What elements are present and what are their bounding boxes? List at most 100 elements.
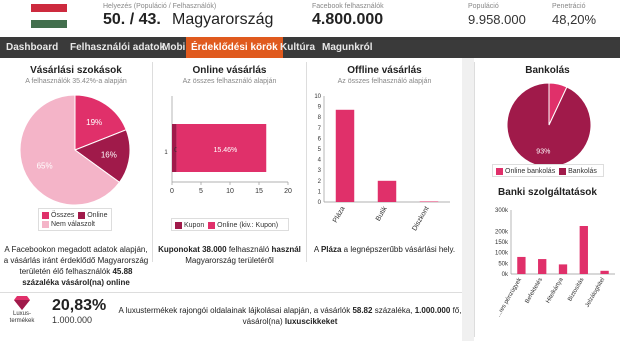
caption-bold: százaléka vásárol(na) online: [22, 278, 130, 287]
facebook-users-label: Facebook felhasználók: [312, 3, 384, 10]
luxury-icon-label-line: termékek: [9, 318, 35, 324]
page-root: Helyezés (Populáció / Felhasználók) 50. …: [0, 0, 620, 341]
penetration-label: Penetráció: [552, 3, 586, 10]
caption-text: százaléka,: [374, 306, 413, 315]
caption-text: felhasználó: [228, 245, 270, 254]
y-tick-label: 3: [318, 168, 322, 174]
y-tick-label: 5: [318, 147, 322, 153]
y-tick-label: 10: [314, 94, 321, 100]
penetration-value: 48,20%: [552, 12, 597, 27]
shopping-habits-subtitle: A felhasználók 35.42%-a alapján: [25, 78, 127, 85]
banking-title: Bankolás: [525, 65, 570, 76]
diamond-icon: [14, 296, 30, 310]
flag-stripe-white: [31, 12, 67, 20]
y-tick-label: 4: [318, 158, 322, 164]
bar: [600, 270, 609, 274]
nav-culture[interactable]: Kultúra: [276, 37, 319, 58]
luxury-icon-label: Luxus- termékek: [0, 311, 44, 325]
rank-value: 50. / 43.: [103, 11, 161, 28]
bar: [419, 201, 439, 202]
legend-swatch-no-answer: [42, 220, 49, 228]
x-tick-label: Pláza: [332, 205, 347, 224]
legend-label-online: Online: [87, 212, 108, 219]
y-tick-label: 200k: [495, 229, 509, 235]
caption-bold: luxuscikkeket: [284, 317, 338, 326]
y-tick-label: 0k: [502, 272, 509, 278]
online-shopping-title: Online vásárlás: [192, 65, 267, 76]
x-tick-label: Hitelkártya: [545, 276, 565, 304]
caption-line: Magyarország területéről: [185, 256, 274, 265]
caption-bold: 1.000.000: [414, 306, 451, 315]
rank-label: Helyezés (Populáció / Felhasználók): [103, 3, 217, 10]
nav-interests[interactable]: Érdeklődési körök: [186, 37, 283, 58]
bar: [558, 264, 568, 274]
y-tick-label: 8: [318, 115, 322, 121]
country-name: Magyarország: [172, 11, 274, 28]
caption-text: a legnépszerűbb vásárlási hely.: [343, 245, 456, 254]
y-tick-label: 1: [318, 189, 322, 195]
x-tick-label: 0: [170, 188, 174, 195]
caption-bold: Kuponokat 38.000: [158, 245, 227, 254]
y-tick-label: 2: [318, 179, 322, 185]
offline-shopping-caption: A Pláza a legnépszerűbb vásárlási hely.: [307, 244, 462, 255]
y-tick-label: 300k: [495, 208, 509, 214]
legend-swatch-all: [42, 211, 49, 219]
legend-swatch-coupon: [175, 221, 182, 229]
caption-line: a vásárlás iránt érdeklődő Magyarország: [3, 256, 149, 265]
bank-services-chart: 0k 50k 100k 150k 200k 300k ...res pénzügyek Bef…: [495, 208, 615, 318]
y-tick-label: 50k: [498, 261, 509, 267]
legend-label-coupon: Kupon: [184, 222, 205, 229]
pie-label: 16%: [101, 150, 117, 159]
nav-about[interactable]: Magunkról: [318, 37, 377, 58]
x-tick-label: ...res pénzügyek: [496, 276, 524, 318]
caption-bold: Pláza: [320, 245, 342, 254]
banking-legend: Online bankolás Bankolás: [492, 164, 604, 177]
caption-bold: használ: [271, 245, 301, 254]
x-tick-label: 20: [284, 188, 292, 195]
panel-divider: [306, 62, 307, 262]
legend-swatch-banking: [559, 167, 567, 175]
offline-shopping-chart: 0 1 2 3 4 5 6 7 8 9 10 Pláza Butik Diszkont: [314, 94, 450, 232]
nav-user-data[interactable]: Felhasználói adatok: [66, 37, 169, 58]
legend-swatch-online-banking: [496, 167, 503, 175]
bar: [538, 259, 547, 274]
offline-shopping-subtitle: Az összes felhasználó alapján: [337, 78, 432, 85]
shopping-habits-pie: 19% 16% 65%: [20, 95, 130, 205]
luxury-count: 1.000.000: [52, 315, 93, 325]
legend-label-banking: Bankolás: [568, 168, 597, 175]
shopping-habits-title: Vásárlási szokások: [30, 65, 122, 76]
y-tick-label: 100k: [495, 251, 509, 257]
flag-stripe-green: [31, 20, 67, 28]
bar: [335, 109, 355, 202]
caption-text: fő,: [452, 306, 462, 315]
population-value: 9.958.000: [468, 12, 526, 27]
y-tick-label: 9: [318, 105, 322, 111]
x-tick-label: Diszkont: [411, 205, 431, 232]
online-shopping-legend: Kupon Online (kiv.: Kupon): [171, 218, 289, 231]
banking-pie: 93%: [507, 83, 591, 167]
y-category-label: 1: [164, 150, 168, 156]
legend-label-no-answer: Nem válaszolt: [51, 221, 95, 228]
caption-text: A: [313, 245, 319, 254]
nav-dashboard[interactable]: Dashboard: [0, 37, 64, 58]
bar: [579, 226, 588, 274]
y-tick-label: 6: [318, 136, 322, 142]
flag-stripe-red: [31, 4, 67, 12]
country-flag: [31, 4, 67, 28]
offline-shopping-title: Offline vásárlás: [347, 65, 422, 76]
bank-services-title: Banki szolgáltatások: [498, 187, 597, 198]
population-label: Populáció: [468, 3, 499, 10]
shopping-habits-caption: A Facebookon megadott adatok alapján, a …: [0, 244, 152, 288]
caption-text: vásárol(na): [242, 317, 283, 326]
legend-label-online-banking: Online bankolás: [505, 168, 556, 175]
caption-bold: 58.82: [352, 306, 373, 315]
legend-swatch-online: [78, 211, 86, 219]
caption-text: A luxustermékek rajongói oldalainak lájk…: [118, 306, 351, 315]
online-shopping-chart: 0510152010.79%15.46%: [164, 96, 292, 195]
row-divider: [0, 292, 462, 293]
luxury-caption: A luxustermékek rajongói oldalainak lájk…: [118, 305, 462, 327]
luxury-percent: 20,83%: [52, 297, 107, 314]
x-tick-label: 15: [255, 188, 263, 195]
main-nav: Dashboard Felhasználói adatok Mobil Érde…: [0, 37, 620, 58]
luxury-icon-label-line: Luxus-: [12, 311, 31, 317]
